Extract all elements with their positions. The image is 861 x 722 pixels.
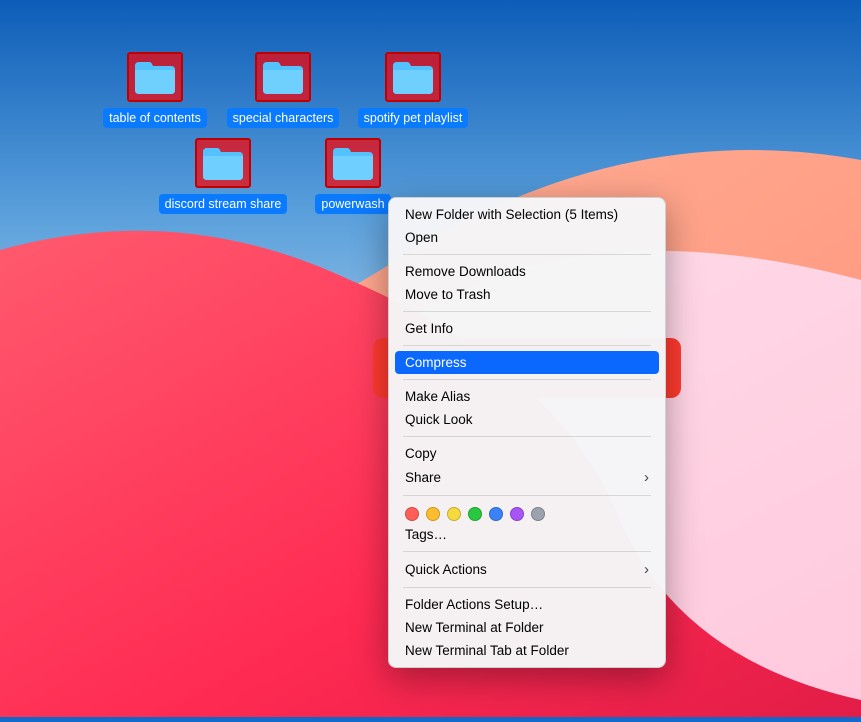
- menu-item-label: Quick Look: [405, 412, 473, 427]
- menu-item-label: New Folder with Selection (5 Items): [405, 207, 618, 222]
- tag-color-dot[interactable]: [447, 507, 461, 521]
- menu-item-label: Folder Actions Setup…: [405, 597, 543, 612]
- chevron-right-icon: ›: [644, 561, 649, 578]
- desktop-folder[interactable]: spotify pet playlist: [348, 52, 478, 128]
- desktop-folder[interactable]: special characters: [218, 52, 348, 128]
- tag-color-row: [389, 501, 665, 523]
- menu-divider: [403, 587, 651, 588]
- menu-item[interactable]: Move to Trash: [389, 283, 665, 306]
- folder-icon: [201, 144, 245, 182]
- menu-item-label: Remove Downloads: [405, 264, 526, 279]
- tag-color-dot[interactable]: [510, 507, 524, 521]
- menu-divider: [403, 379, 651, 380]
- menu-item[interactable]: Remove Downloads: [389, 260, 665, 283]
- folder-label: table of contents: [103, 108, 207, 128]
- menu-item[interactable]: Open: [389, 226, 665, 249]
- menu-item-tags[interactable]: Tags…: [389, 523, 665, 546]
- menu-item[interactable]: Get Info: [389, 317, 665, 340]
- folder-icon: [133, 58, 177, 96]
- menu-divider: [403, 495, 651, 496]
- menu-item-label: New Terminal at Folder: [405, 620, 544, 635]
- menu-item[interactable]: New Folder with Selection (5 Items): [389, 203, 665, 226]
- folder-icon: [391, 58, 435, 96]
- chevron-right-icon: ›: [644, 469, 649, 486]
- menu-item-label: Get Info: [405, 321, 453, 336]
- menu-item[interactable]: New Terminal at Folder: [389, 616, 665, 639]
- desktop-folder[interactable]: discord stream share: [158, 138, 288, 214]
- menu-item-label: Quick Actions: [405, 562, 487, 577]
- menu-item[interactable]: Compress: [395, 351, 659, 374]
- menu-item-label: Copy: [405, 446, 437, 461]
- folder-label: powerwash: [315, 194, 390, 214]
- tag-color-dot[interactable]: [468, 507, 482, 521]
- folder-label: spotify pet playlist: [358, 108, 469, 128]
- desktop-folder[interactable]: table of contents: [90, 52, 220, 128]
- menu-item[interactable]: Copy: [389, 442, 665, 465]
- menu-item[interactable]: New Terminal Tab at Folder: [389, 639, 665, 662]
- tag-color-dot[interactable]: [531, 507, 545, 521]
- menu-divider: [403, 551, 651, 552]
- menu-item[interactable]: Folder Actions Setup…: [389, 593, 665, 616]
- menu-item-label: Share: [405, 470, 441, 485]
- context-menu: New Folder with Selection (5 Items) Open…: [388, 197, 666, 668]
- folder-icon-selected: [195, 138, 251, 188]
- menu-item[interactable]: Quick Look: [389, 408, 665, 431]
- folder-icon-selected: [255, 52, 311, 102]
- menu-divider: [403, 254, 651, 255]
- menu-divider: [403, 311, 651, 312]
- folder-icon-selected: [325, 138, 381, 188]
- menu-item-label: Make Alias: [405, 389, 470, 404]
- menu-item-label: Open: [405, 230, 438, 245]
- menu-divider: [403, 345, 651, 346]
- menu-divider: [403, 436, 651, 437]
- menu-item[interactable]: Share ›: [389, 465, 665, 490]
- folder-icon: [331, 144, 375, 182]
- folder-label: discord stream share: [159, 194, 288, 214]
- menu-item-label: Move to Trash: [405, 287, 491, 302]
- tag-color-dot[interactable]: [489, 507, 503, 521]
- tag-color-dot[interactable]: [405, 507, 419, 521]
- tag-color-dot[interactable]: [426, 507, 440, 521]
- folder-icon: [261, 58, 305, 96]
- menu-item-label: New Terminal Tab at Folder: [405, 643, 569, 658]
- folder-icon-selected: [127, 52, 183, 102]
- menu-item-quick-actions[interactable]: Quick Actions ›: [389, 557, 665, 582]
- menu-item[interactable]: Make Alias: [389, 385, 665, 408]
- folder-label: special characters: [227, 108, 340, 128]
- menu-item-label: Compress: [405, 355, 467, 370]
- folder-icon-selected: [385, 52, 441, 102]
